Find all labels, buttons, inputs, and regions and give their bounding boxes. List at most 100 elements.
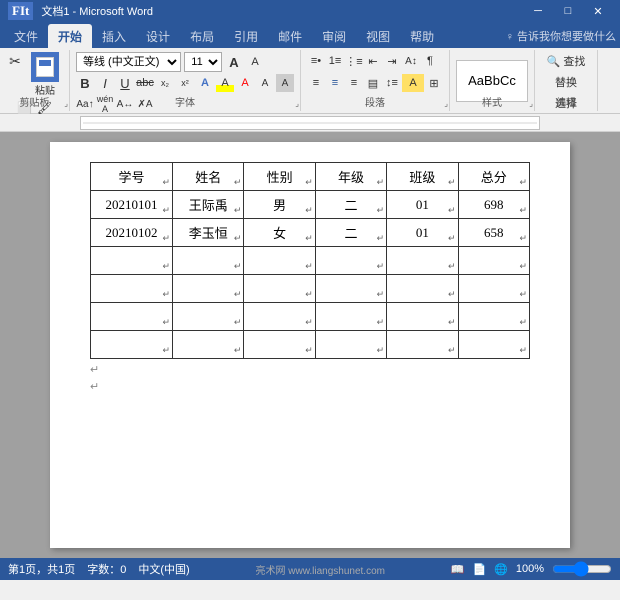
align-right-button[interactable]: ≡ xyxy=(345,74,363,92)
subscript-button[interactable]: x₂ xyxy=(156,74,174,92)
font-color-button[interactable]: A xyxy=(236,74,254,92)
table-cell[interactable]: ↵ xyxy=(91,331,173,359)
tab-home[interactable]: 开始 xyxy=(48,24,92,48)
close-button[interactable]: ✕ xyxy=(584,3,612,19)
table-cell[interactable]: 01↵ xyxy=(387,191,458,219)
zoom-slider[interactable] xyxy=(552,561,612,577)
table-cell[interactable]: ↵ xyxy=(173,247,244,275)
table-cell[interactable]: ↵ xyxy=(387,275,458,303)
para-expand[interactable]: ⌟ xyxy=(444,99,448,108)
justify-button[interactable]: ▤ xyxy=(364,74,382,92)
font-size-select[interactable]: 11 xyxy=(184,52,222,72)
align-center-button[interactable]: ≡ xyxy=(326,74,344,92)
table-cell[interactable]: ↵ xyxy=(91,275,173,303)
paste-button[interactable]: 粘贴 xyxy=(27,52,63,97)
numbered-list-button[interactable]: 1≡ xyxy=(326,52,344,70)
table-cell[interactable]: ↵ xyxy=(458,331,529,359)
table-cell[interactable]: ↵ xyxy=(244,303,315,331)
superscript-button[interactable]: x² xyxy=(176,74,194,92)
decrease-indent-button[interactable]: ⇤ xyxy=(364,52,382,70)
para-mark: ↵ xyxy=(305,345,313,356)
line-spacing-button[interactable]: ↕≡ xyxy=(383,74,401,92)
replace-button[interactable]: 替换 xyxy=(541,73,591,91)
table-cell[interactable]: 20210102↵ xyxy=(91,219,173,247)
font-size-up-button[interactable]: A xyxy=(225,53,243,71)
text-effect-button[interactable]: A xyxy=(196,74,214,92)
table-cell[interactable]: 20210101↵ xyxy=(91,191,173,219)
table-cell[interactable]: ↵ xyxy=(458,275,529,303)
title-bar-left: FIt 文档1 - Microsoft Word xyxy=(8,2,153,20)
table-cell[interactable]: ↵ xyxy=(458,247,529,275)
bold-button[interactable]: B xyxy=(76,74,94,92)
minimize-button[interactable]: ─ xyxy=(524,3,552,19)
para-mark: ↵ xyxy=(163,177,171,188)
tab-mailings[interactable]: 邮件 xyxy=(268,24,312,48)
cut-button[interactable]: ✂ xyxy=(6,52,24,70)
tab-design[interactable]: 设计 xyxy=(136,24,180,48)
char-border-button[interactable]: A xyxy=(256,74,274,92)
table-cell[interactable]: ↵ xyxy=(244,247,315,275)
read-mode-button[interactable]: 📖 xyxy=(451,563,465,576)
table-cell[interactable]: 01↵ xyxy=(387,219,458,247)
table-cell[interactable]: 王际禹↵ xyxy=(173,191,244,219)
table-cell[interactable]: ↵ xyxy=(458,303,529,331)
ruler-svg xyxy=(83,117,537,129)
text-highlight-button[interactable]: A xyxy=(216,74,234,92)
tab-insert[interactable]: 插入 xyxy=(92,24,136,48)
tab-layout[interactable]: 布局 xyxy=(180,24,224,48)
table-cell[interactable]: ↵ xyxy=(387,247,458,275)
table-cell[interactable]: ↵ xyxy=(244,275,315,303)
table-cell[interactable]: ↵ xyxy=(315,303,386,331)
table-cell[interactable]: ↵ xyxy=(91,303,173,331)
table-cell[interactable]: ↵ xyxy=(315,275,386,303)
underline-button[interactable]: U xyxy=(116,74,134,92)
sort-button[interactable]: A↕ xyxy=(402,52,420,70)
font-expand[interactable]: ⌟ xyxy=(295,99,299,108)
status-bar-center: 亮术网 www.liangshunet.com xyxy=(255,562,385,577)
language: 中文(中国) xyxy=(138,561,189,577)
para-mark: ↵ xyxy=(163,261,171,272)
bullet-list-button[interactable]: ≡• xyxy=(307,52,325,70)
table-cell[interactable]: ↵ xyxy=(315,331,386,359)
print-layout-button[interactable]: 📄 xyxy=(472,563,486,576)
show-marks-button[interactable]: ¶ xyxy=(421,52,439,70)
ruler-marks xyxy=(81,117,539,129)
strikethrough-button[interactable]: abc xyxy=(136,74,154,92)
table-cell[interactable]: 李玉恒↵ xyxy=(173,219,244,247)
align-left-button[interactable]: ≡ xyxy=(307,74,325,92)
multilevel-list-button[interactable]: ⋮≡ xyxy=(345,52,363,70)
table-cell[interactable]: ↵ xyxy=(315,247,386,275)
tab-file[interactable]: 文件 xyxy=(4,24,48,48)
shading-button[interactable]: A xyxy=(402,74,424,92)
table-cell[interactable]: ↵ xyxy=(387,331,458,359)
table-cell[interactable]: ↵ xyxy=(173,303,244,331)
increase-indent-button[interactable]: ⇥ xyxy=(383,52,401,70)
tab-help[interactable]: 帮助 xyxy=(400,24,444,48)
border-button[interactable]: ⊞ xyxy=(425,74,443,92)
tab-references[interactable]: 引用 xyxy=(224,24,268,48)
web-layout-button[interactable]: 🌐 xyxy=(494,563,508,576)
table-cell[interactable]: 男↵ xyxy=(244,191,315,219)
italic-button[interactable]: I xyxy=(96,74,114,92)
table-cell[interactable]: ↵ xyxy=(173,275,244,303)
table-cell[interactable]: 二↵ xyxy=(315,191,386,219)
tab-view[interactable]: 视图 xyxy=(356,24,400,48)
table-cell[interactable]: ↵ xyxy=(173,331,244,359)
clipboard-expand[interactable]: ⌟ xyxy=(64,99,68,108)
style-expand[interactable]: ⌟ xyxy=(529,99,533,108)
table-cell[interactable]: 二↵ xyxy=(315,219,386,247)
table-cell[interactable]: 698↵ xyxy=(458,191,529,219)
paragraph-group: ≡• 1≡ ⋮≡ ⇤ ⇥ A↕ ¶ ≡ ≡ ≡ ▤ ↕≡ A ⊞ 段落 ⌟ xyxy=(301,50,450,111)
style-group: AaBbCc 样式 ⌟ xyxy=(450,50,535,111)
maximize-button[interactable]: □ xyxy=(554,3,582,19)
table-cell[interactable]: ↵ xyxy=(244,331,315,359)
table-cell[interactable]: 658↵ xyxy=(458,219,529,247)
table-cell[interactable]: ↵ xyxy=(91,247,173,275)
table-cell[interactable]: ↵ xyxy=(387,303,458,331)
font-size-down-button[interactable]: A xyxy=(246,53,264,71)
table-cell[interactable]: 女↵ xyxy=(244,219,315,247)
font-family-select[interactable]: 等线 (中文正文) xyxy=(76,52,181,72)
tab-review[interactable]: 审阅 xyxy=(312,24,356,48)
char-shading-button[interactable]: A xyxy=(276,74,294,92)
find-button[interactable]: 🔍 查找 xyxy=(541,52,591,70)
